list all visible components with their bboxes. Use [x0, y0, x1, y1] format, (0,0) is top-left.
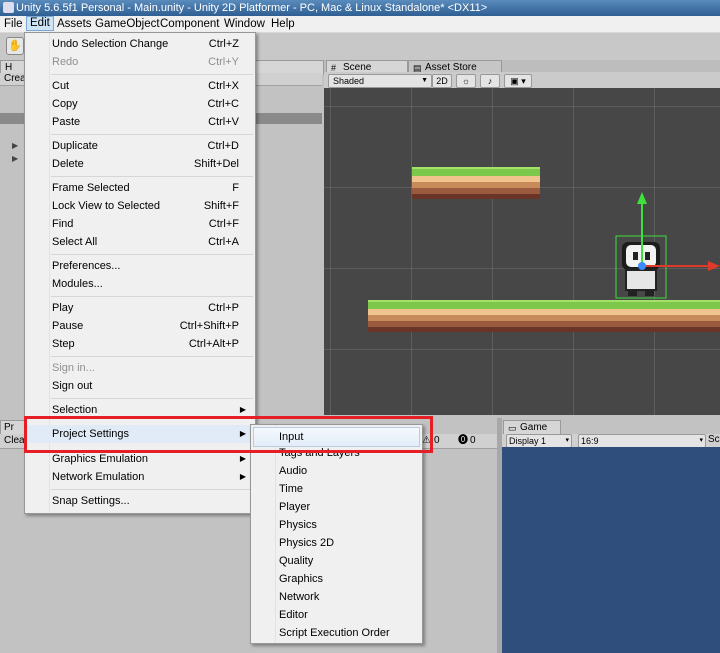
expand-arrow-icon[interactable]: ▶	[12, 141, 18, 150]
expand-arrow-icon[interactable]: ▶	[12, 154, 18, 163]
chevron-down-icon: ▾	[699, 437, 703, 444]
game-toolbar: Display 1 ▾ 16:9 ▾ Sc	[502, 434, 720, 448]
menu-bar: File Edit Assets GameObject Component Wi…	[0, 16, 720, 33]
menu-item-modules[interactable]: Modules...	[25, 275, 255, 293]
menu-edit[interactable]: Edit	[26, 16, 54, 31]
ground-platform[interactable]	[368, 300, 720, 332]
menu-item-undo[interactable]: Undo Selection Change Ctrl+Z	[25, 35, 255, 53]
tab-project[interactable]: Pr	[0, 420, 26, 435]
submenu-item-script-execution-order[interactable]: Script Execution Order	[251, 624, 422, 642]
small-platform[interactable]	[412, 167, 540, 199]
menu-item-network-emulation[interactable]: Network Emulation ▶	[25, 468, 255, 486]
effects-dropdown-icon[interactable]: ▣ ▾	[504, 74, 532, 88]
display-dropdown[interactable]: Display 1 ▾	[506, 434, 572, 448]
x-arrow-icon	[708, 261, 720, 271]
error-count: 0	[470, 435, 476, 446]
menu-item-frame-selected[interactable]: Frame Selected F	[25, 179, 255, 197]
pivot-handle	[638, 262, 646, 270]
submenu-item-quality[interactable]: Quality	[251, 552, 422, 570]
game-viewport[interactable]	[502, 447, 720, 653]
submenu-item-time[interactable]: Time	[251, 480, 422, 498]
menu-item-pause[interactable]: Pause Ctrl+Shift+P	[25, 317, 255, 335]
game-tab-icon: ▭	[508, 423, 517, 433]
player-eye	[645, 252, 650, 260]
chevron-down-icon: ▾	[565, 437, 569, 444]
menu-item-duplicate[interactable]: Duplicate Ctrl+D	[25, 137, 255, 155]
display-label: Display 1	[509, 436, 547, 446]
tab-game[interactable]: ▭ Game	[503, 420, 561, 435]
hand-tool-icon[interactable]: ✋	[6, 37, 24, 55]
player-foot	[628, 290, 637, 296]
y-arrow-icon	[637, 192, 647, 204]
menu-item-sign-out[interactable]: Sign out	[25, 377, 255, 395]
menu-item-lock-view[interactable]: Lock View to Selected Shift+F	[25, 197, 255, 215]
shading-mode-dropdown[interactable]: Shaded ▼	[328, 74, 432, 88]
chevron-down-icon: ▼	[421, 77, 428, 84]
menu-separator	[51, 134, 253, 135]
submenu-arrow-icon: ▶	[239, 472, 246, 481]
audio-toggle-icon[interactable]: ♪	[480, 74, 500, 88]
menu-item-paste[interactable]: Paste Ctrl+V	[25, 113, 255, 131]
menu-item-snap-settings[interactable]: Snap Settings...	[25, 492, 255, 510]
menu-help[interactable]: Help	[268, 16, 298, 31]
menu-item-step[interactable]: Step Ctrl+Alt+P	[25, 335, 255, 353]
menu-item-cut[interactable]: Cut Ctrl+X	[25, 77, 255, 95]
warning-count: 0	[434, 435, 440, 446]
window-title: Unity 5.6.5f1 Personal - Main.unity - Un…	[16, 2, 488, 14]
menu-window[interactable]: Window	[221, 16, 268, 31]
menu-item-find[interactable]: Find Ctrl+F	[25, 215, 255, 233]
clear-button[interactable]: Clea	[4, 435, 25, 447]
lighting-toggle-icon[interactable]: ☼	[456, 74, 476, 88]
menu-item-copy[interactable]: Copy Ctrl+C	[25, 95, 255, 113]
menu-item-play[interactable]: Play Ctrl+P	[25, 299, 255, 317]
highlight-box	[24, 416, 433, 453]
tab-project-label: Pr	[4, 422, 14, 433]
create-dropdown[interactable]: Crea	[4, 73, 26, 85]
menu-item-preferences[interactable]: Preferences...	[25, 257, 255, 275]
player-sprite[interactable]	[604, 188, 720, 303]
scene-toolbar: Shaded ▼ 2D ☼ ♪ ▣ ▾	[324, 72, 720, 89]
menu-assets[interactable]: Assets	[54, 16, 95, 31]
menu-separator	[51, 176, 253, 177]
menu-item-select-all[interactable]: Select All Ctrl+A	[25, 233, 255, 251]
player-body	[625, 269, 657, 291]
scene-viewport[interactable]	[324, 88, 720, 415]
submenu-item-editor[interactable]: Editor	[251, 606, 422, 624]
menu-separator	[51, 489, 253, 490]
scale-label: Sc	[708, 434, 720, 445]
scene-panel: # Scene ▤ Asset Store Shaded ▼ 2D ☼ ♪ ▣ …	[324, 60, 720, 415]
menu-item-delete[interactable]: Delete Shift+Del	[25, 155, 255, 173]
menu-item-sign-in[interactable]: Sign in...	[25, 359, 255, 377]
menu-separator	[51, 74, 253, 75]
menu-component[interactable]: Component	[157, 16, 222, 31]
menu-file[interactable]: File	[1, 16, 26, 31]
submenu-item-player[interactable]: Player	[251, 498, 422, 516]
submenu-item-graphics[interactable]: Graphics	[251, 570, 422, 588]
aspect-label: 16:9	[581, 436, 599, 446]
player-foot	[645, 290, 654, 296]
menu-separator	[51, 356, 253, 357]
unity-logo-icon	[3, 2, 14, 13]
toggle-2d-button[interactable]: 2D	[432, 74, 452, 88]
aspect-dropdown[interactable]: 16:9 ▾	[578, 434, 706, 448]
menu-gameobject[interactable]: GameObject	[92, 16, 163, 31]
submenu-item-physics-2d[interactable]: Physics 2D	[251, 534, 422, 552]
error-icon[interactable]: ⓿	[458, 435, 468, 447]
project-settings-submenu: Input Tags and Layers Audio Time Player …	[250, 424, 423, 644]
menu-item-redo[interactable]: Redo Ctrl+Y	[25, 53, 255, 71]
title-bar: Unity 5.6.5f1 Personal - Main.unity - Un…	[0, 0, 720, 16]
shading-mode-label: Shaded	[333, 76, 365, 86]
menu-separator	[51, 398, 253, 399]
submenu-item-network[interactable]: Network	[251, 588, 422, 606]
submenu-item-audio[interactable]: Audio	[251, 462, 422, 480]
tab-game-label: Game	[520, 422, 548, 433]
menu-separator	[51, 296, 253, 297]
player-eye	[633, 252, 638, 260]
submenu-item-physics[interactable]: Physics	[251, 516, 422, 534]
menu-separator	[51, 254, 253, 255]
